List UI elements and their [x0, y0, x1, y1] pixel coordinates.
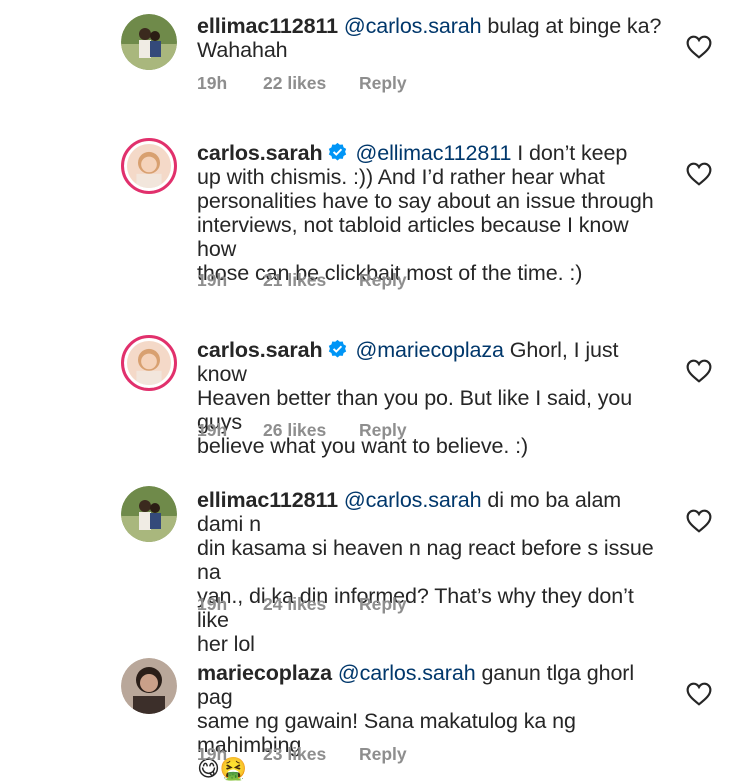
likes-count[interactable]: 24 likes — [263, 594, 326, 615]
verified-badge-icon — [328, 339, 346, 358]
mention-link[interactable]: @carlos.sarah — [344, 14, 482, 38]
likes-count[interactable]: 26 likes — [263, 420, 326, 441]
likes-count[interactable]: 22 likes — [263, 73, 326, 94]
comment-text: ellimac112811 @carlos.sarah di mo ba ala… — [197, 488, 667, 656]
heart-icon[interactable] — [686, 359, 712, 383]
reply-button[interactable]: Reply — [359, 270, 407, 291]
heart-icon[interactable] — [686, 682, 712, 706]
comment-username[interactable]: ellimac112811 — [197, 488, 338, 512]
reply-button[interactable]: Reply — [359, 73, 407, 94]
comment-body-line: personalities have to say about an issue… — [197, 189, 654, 213]
comment-body-line: up with chismis. :)) And I’d rather hear… — [197, 165, 605, 189]
comment-username[interactable]: ellimac112811 — [197, 14, 338, 38]
avatar[interactable] — [121, 658, 177, 714]
heart-icon[interactable] — [686, 509, 712, 533]
comment-time: 19h — [197, 594, 228, 614]
comment-time: 19h — [197, 744, 228, 764]
comment-body-line: her lol — [197, 632, 255, 656]
mention-link[interactable]: @mariecoplaza — [356, 338, 505, 362]
mention-link[interactable]: @carlos.sarah — [344, 488, 482, 512]
likes-count[interactable]: 23 likes — [263, 744, 326, 765]
heart-icon[interactable] — [686, 162, 712, 186]
reply-button[interactable]: Reply — [359, 744, 407, 765]
comment-body-line: I don’t keep — [517, 141, 628, 165]
comment-username[interactable]: mariecoplaza — [197, 661, 332, 685]
heart-icon[interactable] — [686, 35, 712, 59]
comment-username[interactable]: carlos.sarah — [197, 338, 323, 362]
comment-time: 19h — [197, 270, 228, 290]
avatar[interactable] — [121, 335, 177, 391]
comment-body-line: bulag at binge ka? — [487, 14, 662, 38]
comment-text: carlos.sarah @ellimac112811 I don’t keep … — [197, 141, 667, 285]
likes-count[interactable]: 21 likes — [263, 270, 326, 291]
comment-body-line: interviews, not tabloid articles because… — [197, 213, 629, 261]
reply-button[interactable]: Reply — [359, 420, 407, 441]
comment-username[interactable]: carlos.sarah — [197, 141, 323, 165]
comment-body-line: Wahahah — [197, 38, 288, 62]
mention-link[interactable]: @carlos.sarah — [338, 661, 476, 685]
comment-body-line: din kasama si heaven n nag react before … — [197, 536, 654, 584]
avatar[interactable] — [121, 486, 177, 542]
verified-badge-icon — [328, 142, 346, 161]
avatar[interactable] — [121, 138, 177, 194]
comment-text: ellimac112811 @carlos.sarah bulag at bin… — [197, 14, 667, 62]
comment-time: 19h — [197, 73, 228, 93]
avatar[interactable] — [121, 14, 177, 70]
reply-button[interactable]: Reply — [359, 594, 407, 615]
mention-link[interactable]: @ellimac112811 — [356, 141, 512, 165]
comment-time: 19h — [197, 420, 228, 440]
